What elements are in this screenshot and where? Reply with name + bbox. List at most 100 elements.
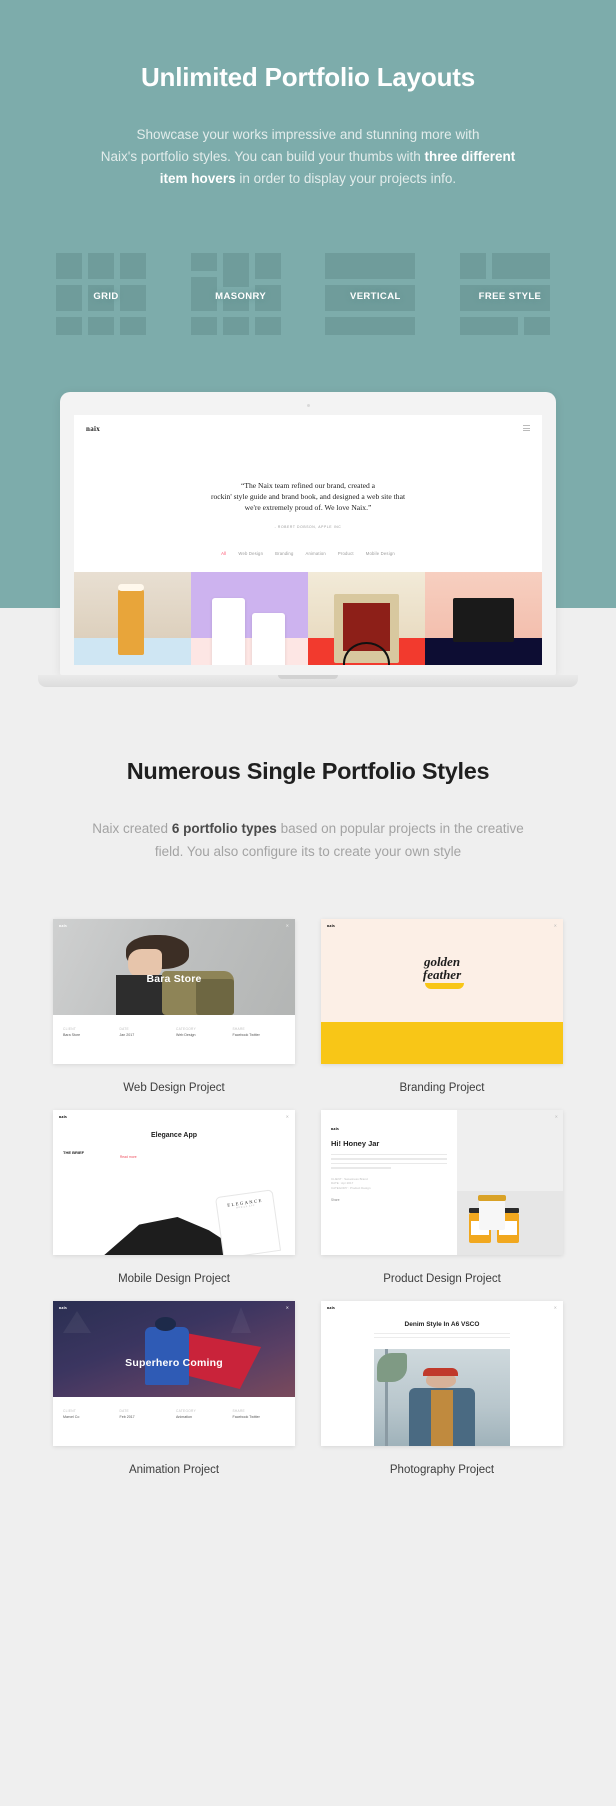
share-label[interactable]: Share [331,1198,447,1202]
phone-shape [212,598,245,665]
preview-overlay-title: Bara Store [146,973,202,985]
preview-logo: naix [331,1126,340,1131]
meta-item: CATEGORY Web Design [176,1027,229,1056]
laptop-mockup: naix “The Naix team refined our brand, c… [38,392,578,687]
section-subtitle-post: based on popular projects in the creativ… [276,821,524,836]
preview-heading: Elegance App [150,1132,198,1139]
preview-body: THE BRIEF Read more [63,1150,285,1159]
cap-shape [423,1368,459,1377]
section-subtitle-bold: 6 portfolio types [171,821,277,836]
site-logo[interactable]: naix [86,425,100,433]
meta-item: DATE Jan 2017 [120,1027,173,1056]
preview-meta-list: CLIENT : Sweetness Brand DATE : Apr 2017… [331,1177,447,1191]
brief-text: Read more [120,1150,285,1159]
business-card-shape [453,598,514,642]
phone-mockup: ELEGANCE MOBILE APP [214,1189,282,1255]
filter-product[interactable]: Product [338,551,354,556]
meta-line: CATEGORY : Product Design [331,1185,371,1190]
brand-line-2: feather [422,967,462,982]
laptop-screen: naix “The Naix team refined our brand, c… [74,415,542,665]
close-icon[interactable]: ✕ [286,1114,289,1119]
brand-logo-art: golden feather [321,955,563,981]
portfolio-card-animation[interactable]: naix ✕ Superhero Coming CLIENT Marvel Co … [53,1301,295,1476]
filter-branding[interactable]: Branding [275,551,293,556]
layout-type-list: GRID MASONRY VERTICAL FREE STYLE [56,253,560,336]
card-caption: Photography Project [389,1464,495,1476]
meta-value: Bara Store [63,1033,81,1037]
preview-logo: naix [59,1305,68,1310]
close-icon[interactable]: ✕ [286,1305,289,1310]
meta-item: DATE Feb 2017 [120,1409,173,1438]
portfolio-preview[interactable]: naix ✕ Denim Style In A6 VSCO [321,1301,563,1446]
preview-navbar: naix ✕ [53,919,295,932]
card-caption: Animation Project [128,1464,220,1476]
preview-logo: naix [327,1305,336,1310]
portfolio-preview[interactable]: naix ✕ Elegance App THE BRIEF Read more … [53,1110,295,1255]
close-icon[interactable]: ✕ [286,923,289,928]
section-title: Numerous Single Portfolio Styles [126,758,490,784]
swoosh-icon [425,983,464,989]
filter-all[interactable]: All [221,551,226,556]
portfolio-preview[interactable]: naix ✕ Bara Store CLIENT Bara Store DATE J… [53,919,295,1064]
layout-option-label: GRID [93,291,119,303]
layout-option-masonry[interactable]: MASONRY [190,253,291,336]
laptop-lid: naix “The Naix team refined our brand, c… [60,392,556,675]
preview-meta-row: CLIENT Marvel Co DATE Feb 2017 CATEGORY Ani… [53,1401,295,1446]
portfolio-preview[interactable]: naix ✕ golden feather [321,919,563,1064]
meta-value: Marvel Co [63,1415,80,1419]
hamburger-icon[interactable] [523,425,530,433]
testimonial-quote: “The Naix team refined our brand, create… [158,480,458,513]
filter-web-design[interactable]: Web Design [238,551,263,556]
layout-option-label: MASONRY [215,291,267,303]
portfolio-card-web-design[interactable]: naix ✕ Bara Store CLIENT Bara Store DATE J… [53,919,295,1094]
read-more-link[interactable]: Read more [120,1155,285,1159]
meta-value: Facebook Twitter [232,1033,260,1037]
portfolio-thumb[interactable] [74,572,191,665]
close-icon[interactable]: ✕ [554,1305,557,1310]
brief-label: THE BRIEF [63,1150,112,1159]
meta-item: CATEGORY Animation [176,1409,229,1438]
portfolio-thumb[interactable] [191,572,308,665]
preview-navbar: naix ✕ [321,1301,563,1314]
preview-logo: naix [327,923,336,928]
filter-animation[interactable]: Animation [305,551,325,556]
portfolio-filter-bar: All Web Design Branding Animation Produc… [74,551,542,556]
meta-key: SHARE [232,1027,245,1031]
close-icon[interactable]: ✕ [555,1114,558,1119]
accent-band [321,1022,563,1064]
hero-section: Unlimited Portfolio Layouts Showcase you… [0,0,616,687]
meta-item: SHARE Facebook Twitter [233,1027,286,1056]
hero-subtitle-line3-post: in order to display your projects info. [235,171,457,187]
layout-option-vertical[interactable]: VERTICAL [325,253,425,336]
body-shape [144,1327,189,1385]
meta-value: Web Design [176,1033,196,1037]
quote-line-3: we're extremely proud of. We love Naix.” [244,503,372,512]
portfolio-card-product-design[interactable]: naix Hi! Honey Jar CLIENT : Sweetness Br… [321,1110,563,1285]
portfolio-thumb[interactable] [308,572,425,665]
preview-heading: Denim Style In A6 VSCO [404,1321,480,1328]
filter-mobile-design[interactable]: Mobile Design [366,551,395,556]
preview-overlay-title: Superhero Coming [125,1357,223,1369]
triangle-shape [62,1311,91,1333]
meta-key: CLIENT [63,1027,77,1031]
portfolio-preview[interactable]: naix Hi! Honey Jar CLIENT : Sweetness Br… [321,1110,563,1255]
close-icon[interactable]: ✕ [554,923,557,928]
layout-option-label: FREE STYLE [478,291,542,303]
layout-option-free-style[interactable]: FREE STYLE [459,253,560,336]
section-subtitle: Naix created 6 portfolio types based on … [78,817,538,863]
meta-item: SHARE Facebook Twitter [233,1409,286,1438]
preview-heading: Hi! Honey Jar [331,1139,380,1148]
portfolio-card-mobile-design[interactable]: naix ✕ Elegance App THE BRIEF Read more … [53,1110,295,1285]
portfolio-card-photography[interactable]: naix ✕ Denim Style In A6 VSCO Photograph… [321,1301,563,1476]
portfolio-thumb[interactable] [425,572,542,665]
quote-line-1: “The Naix team refined our brand, create… [240,481,376,490]
layout-option-grid[interactable]: GRID [56,253,156,336]
site-navbar: naix [74,415,542,443]
meta-key: DATE [119,1027,129,1031]
portfolio-card-branding[interactable]: naix ✕ golden feather Branding Project [321,919,563,1094]
portfolio-preview[interactable]: naix ✕ Superhero Coming CLIENT Marvel Co … [53,1301,295,1446]
quote-author: - ROBERT DOBSON, APPLE INC [274,525,342,529]
meta-item: CLIENT Marvel Co [63,1409,116,1438]
card-caption: Mobile Design Project [118,1273,230,1285]
section-subtitle-pre: Naix created [92,821,172,836]
